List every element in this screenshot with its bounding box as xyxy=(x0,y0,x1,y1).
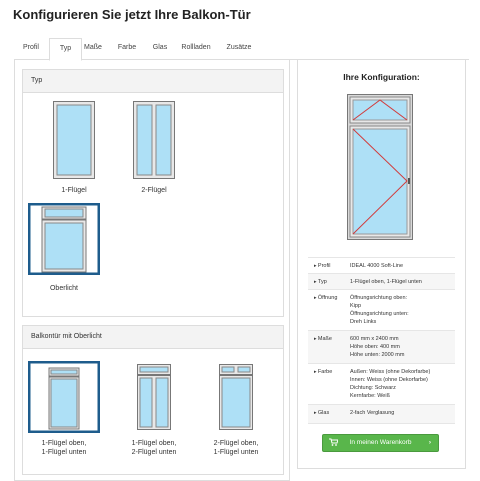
tab-rollladen[interactable]: Rollladen xyxy=(180,38,212,58)
summary-row-masse: Maße 600 mm x 2400 mm Höhe oben: 400 mm … xyxy=(308,330,455,364)
option-1o-2u[interactable]: 1-Flügel oben, 2-Flügel unten xyxy=(119,362,189,462)
option-label: 2-Flügel oben, 1-Flügel unten xyxy=(213,440,259,456)
row-key: Typ xyxy=(314,278,327,286)
option-label: 1-Flügel xyxy=(61,187,87,194)
option-1-fluegel[interactable]: 1-Flügel xyxy=(39,96,109,196)
cart-icon xyxy=(329,435,339,451)
tab-bar: Profil Typ Maße Farbe Glas Rollladen Zus… xyxy=(14,38,469,61)
tab-masse[interactable]: Maße xyxy=(83,38,103,58)
row-key: Profil xyxy=(314,262,331,270)
row-value: 600 mm x 2400 mm Höhe oben: 400 mm Höhe … xyxy=(350,336,405,358)
summary-row-farbe: Farbe Außen: Weiss (ohne Dekorfarbe) Inn… xyxy=(308,363,455,405)
option-oberlicht[interactable]: Oberlicht xyxy=(28,203,100,304)
oberlicht-panel: Balkontür mit Oberlicht 1-Flügel oben, 1… xyxy=(22,325,284,475)
option-1o-1u[interactable]: 1-Flügel oben, 1-Flügel unten xyxy=(28,361,100,462)
summary-row-oeffnung: Öffnung Öffnungsrichtung oben: Kipp Öffn… xyxy=(308,289,455,331)
typ-panel: Typ 1-Flügel 2-Flügel Oberlicht xyxy=(22,69,284,317)
add-to-cart-button[interactable]: In meinen Warenkorb › xyxy=(322,434,439,452)
summary-row-glas: Glas 2-fach Verglasung xyxy=(308,404,455,424)
option-2-fluegel[interactable]: 2-Flügel xyxy=(119,96,189,196)
option-label: Oberlicht xyxy=(49,285,78,292)
option-2o-1u[interactable]: 2-Flügel oben, 1-Flügel unten xyxy=(201,362,271,462)
option-label: 1-Flügel oben, 2-Flügel unten xyxy=(131,440,177,456)
window-1-fluegel-image xyxy=(53,101,95,179)
window-1o-1u-image xyxy=(28,361,100,433)
panel-heading: Typ xyxy=(23,70,283,93)
window-2-fluegel-image xyxy=(133,101,175,179)
tab-glas[interactable]: Glas xyxy=(150,38,170,58)
row-key: Farbe xyxy=(314,368,332,376)
tab-farbe[interactable]: Farbe xyxy=(116,38,138,58)
configured-door-preview xyxy=(347,94,413,240)
row-key: Öffnung xyxy=(314,294,337,302)
summary-title: Ihre Konfiguration: xyxy=(343,72,420,82)
panel-heading: Balkontür mit Oberlicht xyxy=(23,326,283,349)
summary-row-profil: Profil IDEAL 4000 Soft-Line xyxy=(308,257,455,274)
row-value: 1-Flügel oben, 1-Flügel unten xyxy=(350,279,422,285)
option-label: 2-Flügel xyxy=(141,187,167,194)
chevron-right-icon: › xyxy=(428,439,431,446)
option-label: 1-Flügel oben, 1-Flügel unten xyxy=(41,440,87,456)
add-to-cart-label: In meinen Warenkorb xyxy=(349,439,412,446)
row-value: Öffnungsrichtung oben: Kipp Öffnungsrich… xyxy=(350,295,409,325)
row-key: Maße xyxy=(314,335,332,343)
page-title: Konfigurieren Sie jetzt Ihre Balkon-Tür xyxy=(13,7,251,22)
window-oberlicht-image xyxy=(28,203,100,275)
row-key: Glas xyxy=(314,409,329,417)
summary-row-typ: Typ 1-Flügel oben, 1-Flügel unten xyxy=(308,273,455,290)
tab-zusaetze[interactable]: Zusätze xyxy=(224,38,254,58)
row-value: Außen: Weiss (ohne Dekorfarbe) Innen: We… xyxy=(350,369,431,399)
row-value: IDEAL 4000 Soft-Line xyxy=(350,263,403,269)
configuration-summary: Ihre Konfiguration: Profil IDEAL 4000 So… xyxy=(297,59,466,469)
tab-typ[interactable]: Typ xyxy=(49,38,82,61)
tab-profil[interactable]: Profil xyxy=(16,38,46,58)
tab-content: Typ 1-Flügel 2-Flügel Oberlicht Balkontü… xyxy=(14,59,290,481)
window-2o-1u-image xyxy=(219,364,253,430)
row-value: 2-fach Verglasung xyxy=(350,410,395,416)
window-1o-2u-image xyxy=(137,364,171,430)
